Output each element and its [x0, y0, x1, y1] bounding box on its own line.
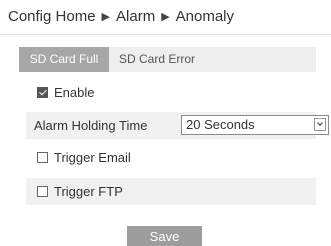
- trigger-email-row: Trigger Email: [26, 144, 316, 171]
- holding-time-value: 20 Seconds: [186, 117, 255, 132]
- tab-bar: SD Card Full SD Card Error: [19, 47, 316, 72]
- holding-time-label: Alarm Holding Time: [34, 118, 148, 133]
- breadcrumb-item-alarm[interactable]: Alarm: [116, 8, 155, 25]
- breadcrumb: Config Home ▶ Alarm ▶ Anomaly: [8, 8, 234, 25]
- breadcrumb-item-config-home[interactable]: Config Home: [8, 8, 96, 25]
- trigger-ftp-row: Trigger FTP: [26, 178, 316, 205]
- breadcrumb-separator-icon: ▶: [161, 11, 170, 23]
- header-divider: [0, 34, 331, 35]
- breadcrumb-separator-icon: ▶: [101, 11, 111, 23]
- holding-time-row: Alarm Holding Time 20 Seconds: [26, 112, 329, 139]
- enable-row: Enable: [26, 79, 316, 106]
- tab-sd-card-full[interactable]: SD Card Full: [19, 47, 109, 72]
- trigger-email-checkbox[interactable]: [37, 152, 48, 164]
- enable-checkbox[interactable]: [37, 87, 48, 99]
- trigger-ftp-checkbox[interactable]: [37, 186, 48, 198]
- save-button[interactable]: Save: [127, 226, 202, 246]
- tab-sd-card-error[interactable]: SD Card Error: [113, 47, 201, 72]
- holding-time-select[interactable]: 20 Seconds: [181, 115, 329, 135]
- enable-label: Enable: [54, 85, 95, 100]
- breadcrumb-item-anomaly: Anomaly: [175, 8, 235, 25]
- chevron-down-icon[interactable]: [314, 118, 326, 131]
- anomaly-config-page: Config Home ▶ Alarm ▶ Anomaly SD Card Full S…: [0, 0, 331, 246]
- trigger-email-label: Trigger Email: [54, 150, 131, 165]
- trigger-ftp-label: Trigger FTP: [54, 184, 123, 199]
